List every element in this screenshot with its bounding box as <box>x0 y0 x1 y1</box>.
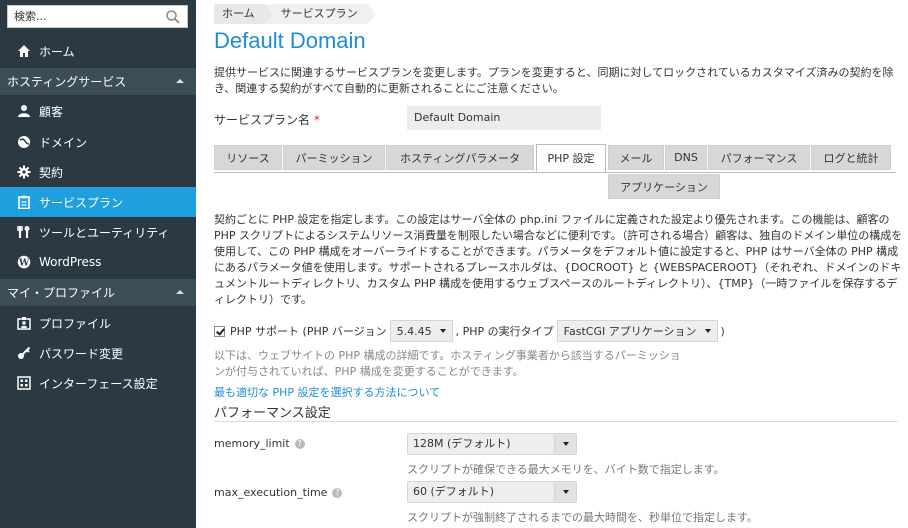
php-runtime-label: , PHP の実行タイプ <box>455 325 554 338</box>
sidebar-item-label: 契約 <box>39 165 64 180</box>
sidebar-item-label: 顧客 <box>39 104 64 119</box>
user-icon <box>16 103 32 119</box>
php-config-note: 以下は、ウェブサイトの PHP 構成の詳細です。ホスティング事業者から該当するパ… <box>214 349 681 378</box>
sidebar-item-label: サービスプラン <box>39 195 124 210</box>
php-description: 契約ごとに PHP 設定を指定します。この設定はサーバ全体の php.ini フ… <box>214 213 903 306</box>
sidebar-item-service-plans[interactable]: サービスプラン <box>0 187 196 217</box>
plan-name-field[interactable]: Default Domain <box>407 106 601 130</box>
help-icon[interactable]: ? <box>332 487 343 498</box>
sidebar-item-domains[interactable]: ドメイン <box>0 127 196 157</box>
plan-name-label: サービスプラン名 * <box>214 111 320 128</box>
memory-limit-label: memory_limit ? <box>214 437 305 450</box>
gear-icon <box>16 164 32 180</box>
breadcrumb-home[interactable]: ホーム <box>214 4 273 24</box>
sidebar-item-wordpress[interactable]: W WordPress <box>0 247 196 277</box>
max-execution-time-value[interactable]: 60 (デフォルト) <box>407 481 555 503</box>
globe-icon <box>16 134 32 150</box>
php-settings-help-link[interactable]: 最も適切な PHP 設定を選択する方法について <box>214 384 440 400</box>
search-box[interactable] <box>7 5 188 28</box>
tab-php-settings[interactable]: PHP 設定 <box>536 144 606 172</box>
sidebar-item-customers[interactable]: 顧客 <box>0 96 196 126</box>
section-label: マイ・プロファイル <box>7 286 116 300</box>
sidebar-item-label: インターフェース設定 <box>39 376 158 391</box>
tab-applications[interactable]: アプリケーション <box>608 174 720 199</box>
php-runtime-value: FastCGI アプリケーション <box>563 325 697 338</box>
php-version-select[interactable]: 5.4.45 <box>389 320 453 342</box>
php-support-row: PHP サポート (PHP バージョン 5.4.45 , PHP の実行タイプ … <box>214 320 725 342</box>
grid-icon <box>16 375 32 391</box>
memory-limit-combo[interactable]: 128M (デフォルト) <box>407 433 577 455</box>
search-input[interactable] <box>8 6 158 27</box>
sidebar-item-change-password[interactable]: パスワード変更 <box>0 338 196 368</box>
sidebar-item-label: パスワード変更 <box>39 346 124 361</box>
breadcrumb-service-plans[interactable]: サービスプラン <box>266 4 376 24</box>
tab-resources[interactable]: リソース <box>214 145 282 170</box>
svg-text:W: W <box>18 258 30 268</box>
search-icon[interactable] <box>165 9 181 25</box>
sidebar-item-label: ホーム <box>39 44 75 59</box>
tab-mail[interactable]: メール <box>608 145 664 170</box>
php-support-label: PHP サポート (PHP バージョン <box>230 325 387 338</box>
page-title: Default Domain <box>214 28 366 53</box>
sidebar-item-home[interactable]: ホーム <box>0 36 196 66</box>
key-icon <box>16 345 32 361</box>
tab-hosting-parameters[interactable]: ホスティングパラメータ <box>386 145 534 170</box>
sidebar: ホーム ホスティングサービス 顧客 ドメイン 契約 サービスプラン ツールとユー… <box>0 0 196 528</box>
chevron-down-icon <box>439 329 446 333</box>
chevron-down-icon <box>704 329 711 333</box>
help-icon[interactable]: ? <box>294 438 305 449</box>
tab-performance[interactable]: パフォーマンス <box>708 145 810 170</box>
intro-text: 提供サービスに関連するサービスプランを変更します。プランを変更すると、同期に対し… <box>214 66 894 95</box>
collapse-icon[interactable] <box>176 79 184 83</box>
sidebar-item-label: プロファイル <box>39 316 112 331</box>
chevron-down-icon <box>562 442 569 446</box>
tab-logs-statistics[interactable]: ログと統計 <box>811 145 891 170</box>
php-version-value: 5.4.45 <box>396 324 432 338</box>
php-runtime-select[interactable]: FastCGI アプリケーション <box>556 320 718 342</box>
sidebar-item-profile[interactable]: プロファイル <box>0 308 196 338</box>
sidebar-item-label: WordPress <box>39 255 102 269</box>
tab-permissions[interactable]: パーミッション <box>283 145 385 170</box>
collapse-icon[interactable] <box>176 290 184 294</box>
section-my-profile[interactable]: マイ・プロファイル <box>0 279 196 306</box>
max-execution-time-dropdown-button[interactable] <box>555 481 577 503</box>
memory-limit-dropdown-button[interactable] <box>555 433 577 455</box>
tools-icon <box>16 224 32 240</box>
required-marker: * <box>313 113 320 127</box>
tab-dns[interactable]: DNS <box>665 145 707 170</box>
section-label: ホスティングサービス <box>7 75 127 89</box>
section-divider <box>214 421 898 422</box>
max-execution-time-hint: スクリプトが強制終了されるまでの最大時間を、秒単位で指定します。 <box>407 511 758 524</box>
section-hosting-services[interactable]: ホスティングサービス <box>0 68 196 95</box>
breadcrumb: ホーム サービスプラン <box>214 4 376 24</box>
sidebar-item-label: ドメイン <box>39 135 88 150</box>
sidebar-item-subscriptions[interactable]: 契約 <box>0 157 196 187</box>
php-support-checkbox[interactable] <box>214 325 225 337</box>
memory-limit-value[interactable]: 128M (デフォルト) <box>407 433 555 455</box>
sidebar-item-tools[interactable]: ツールとユーティリティ <box>0 217 196 247</box>
memory-limit-hint: スクリプトが確保できる最大メモリを、バイト数で指定します。 <box>407 463 725 476</box>
plan-name-label-text: サービスプラン名 <box>214 113 311 127</box>
max-execution-time-label: max_execution_time ? <box>214 486 343 499</box>
performance-section-title: パフォーマンス設定 <box>214 406 331 421</box>
field-label-text: max_execution_time <box>214 486 328 499</box>
home-icon <box>16 43 32 59</box>
sidebar-item-interface-settings[interactable]: インターフェース設定 <box>0 368 196 398</box>
profile-icon <box>16 315 32 331</box>
wordpress-icon: W <box>16 254 32 270</box>
max-execution-time-combo[interactable]: 60 (デフォルト) <box>407 481 577 503</box>
field-label-text: memory_limit <box>214 437 290 450</box>
chevron-down-icon <box>562 490 569 494</box>
tab-bar: リソース パーミッション ホスティングパラメータ PHP 設定 メール DNS … <box>214 144 894 201</box>
main-content: ホーム サービスプラン Default Domain 提供サービスに関連するサー… <box>196 0 908 528</box>
close-paren: ) <box>720 324 725 338</box>
sidebar-item-label: ツールとユーティリティ <box>39 225 170 240</box>
clipboard-icon <box>16 194 32 210</box>
